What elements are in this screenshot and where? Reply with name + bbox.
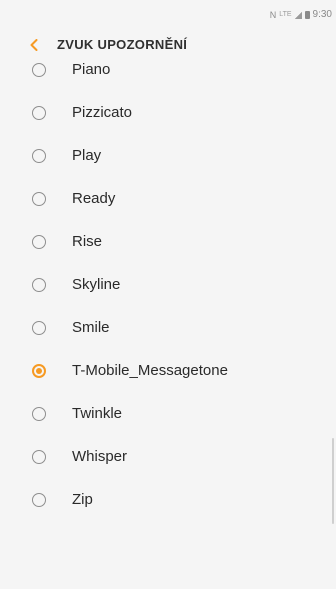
sound-list: Piano Pizzicato Play Ready Rise Skyline Smile T…	[0, 56, 336, 589]
page-title: ZVUK UPOZORNĚNÍ	[57, 37, 188, 52]
header: ZVUK UPOZORNĚNÍ	[0, 31, 336, 59]
radio-button[interactable]	[32, 321, 46, 335]
list-item[interactable]: Pizzicato	[0, 92, 336, 135]
radio-button[interactable]	[32, 106, 46, 120]
option-label: Twinkle	[72, 405, 123, 422]
network-type: LTE	[279, 11, 292, 18]
radio-button[interactable]	[32, 493, 46, 507]
list-item[interactable]: Play	[0, 135, 336, 178]
option-label: Pizzicato	[72, 104, 133, 121]
radio-button[interactable]	[32, 149, 46, 163]
list-item[interactable]: Whisper	[0, 436, 336, 479]
list-item[interactable]: Piano	[0, 56, 336, 92]
list-item[interactable]: Zip	[0, 479, 336, 522]
option-label: Skyline	[72, 276, 121, 293]
option-label: Piano	[72, 61, 111, 78]
option-label: Zip	[72, 491, 93, 508]
back-button[interactable]	[27, 34, 45, 56]
status-time: 9:30	[312, 9, 332, 20]
nfc-icon: N	[269, 10, 277, 20]
list-item[interactable]: Smile	[0, 307, 336, 350]
radio-button[interactable]	[32, 235, 46, 249]
option-label: Whisper	[72, 448, 128, 465]
radio-button-selected[interactable]	[32, 364, 46, 378]
option-label: Rise	[72, 233, 103, 250]
signal-icon	[294, 11, 302, 19]
list-item[interactable]: Rise	[0, 221, 336, 264]
chevron-left-icon	[30, 39, 38, 51]
status-bar: N LTE 9:30	[0, 0, 336, 30]
radio-button[interactable]	[32, 407, 46, 421]
status-icons: N LTE 9:30	[269, 9, 332, 21]
scrollbar[interactable]	[332, 438, 334, 524]
sound-list-inner: Piano Pizzicato Play Ready Rise Skyline Smile T…	[0, 56, 336, 522]
radio-button[interactable]	[32, 450, 46, 464]
list-item[interactable]: T-Mobile_Messagetone	[0, 350, 336, 393]
list-item[interactable]: Twinkle	[0, 393, 336, 436]
battery-icon	[304, 11, 310, 19]
option-label: Ready	[72, 190, 116, 207]
list-item[interactable]: Ready	[0, 178, 336, 221]
option-label: Play	[72, 147, 102, 164]
option-label: T-Mobile_Messagetone	[72, 362, 228, 379]
radio-button[interactable]	[32, 192, 46, 206]
radio-button[interactable]	[32, 63, 46, 77]
option-label: Smile	[72, 319, 110, 336]
list-item[interactable]: Skyline	[0, 264, 336, 307]
radio-button[interactable]	[32, 278, 46, 292]
